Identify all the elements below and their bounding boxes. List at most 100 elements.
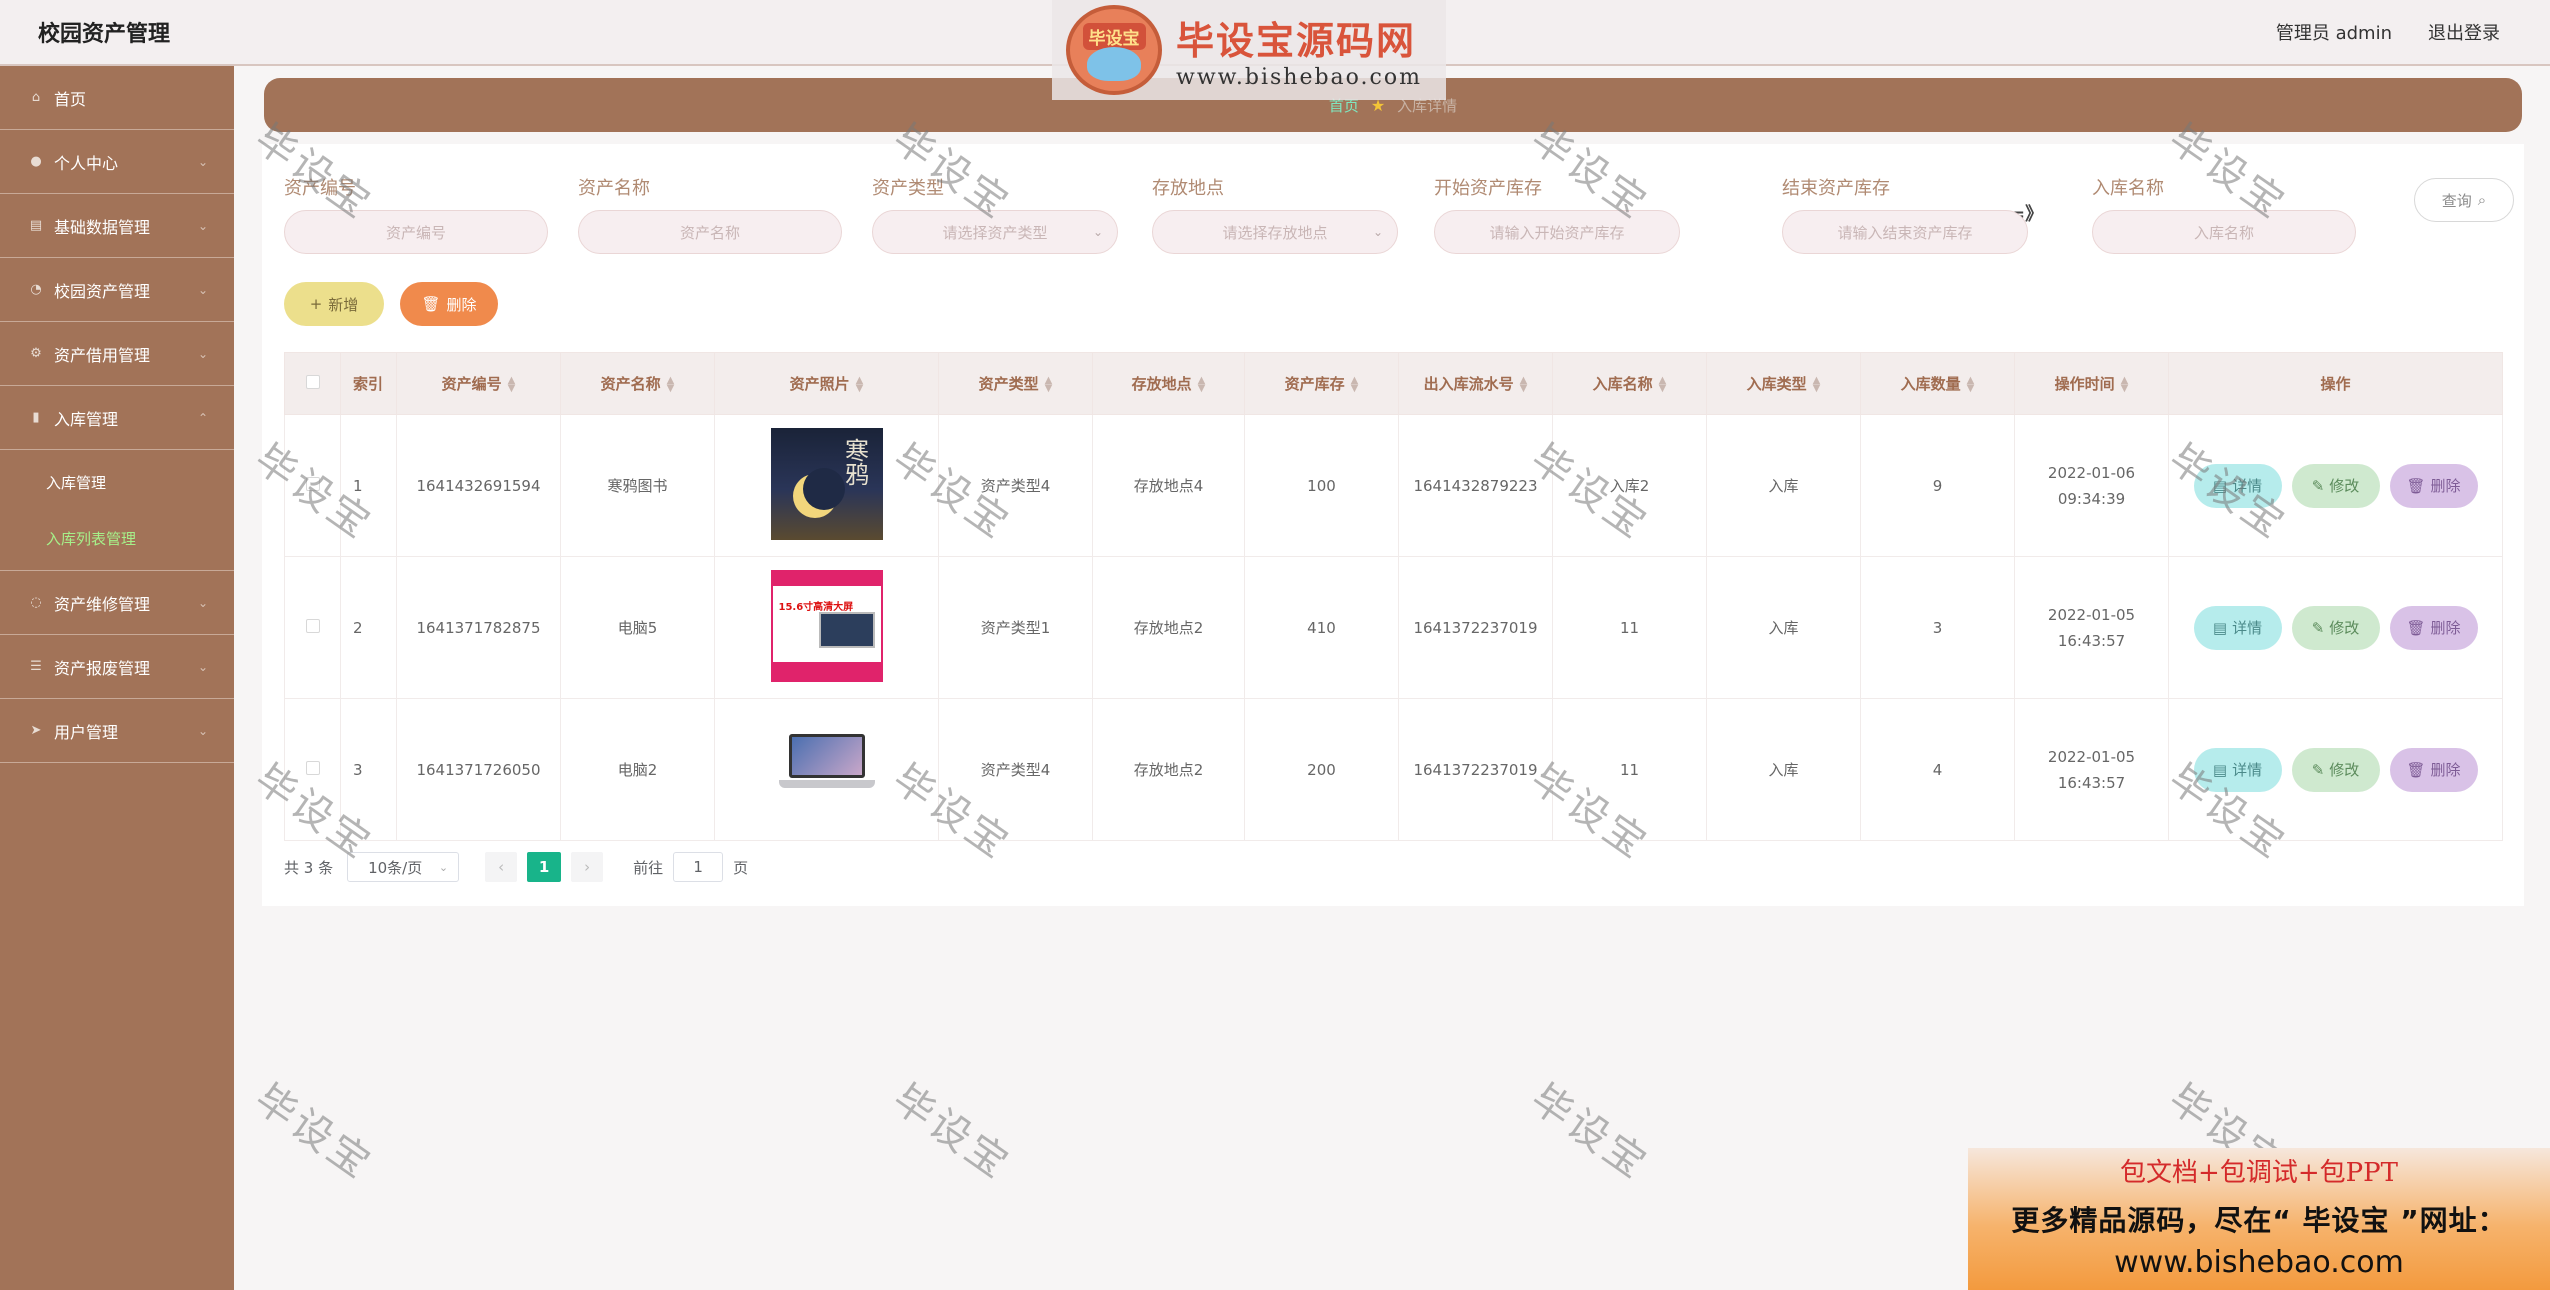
- sort-icon[interactable]: ▲ ▼: [1967, 375, 1975, 393]
- asset-code-input[interactable]: 资产编号: [284, 210, 548, 254]
- book-cover-image: 寒鸦: [770, 427, 883, 540]
- sidebar-item-scrap[interactable]: ☰ 资产报废管理 ⌄: [0, 635, 234, 699]
- next-page-button[interactable]: ›: [571, 852, 604, 882]
- sidebar-item-label: 校园资产管理: [54, 281, 151, 301]
- col-header-serial[interactable]: 出入库流水号 ▲ ▼: [1398, 352, 1553, 415]
- cell-in-type: 入库: [1706, 556, 1861, 699]
- edit-label: 修改: [2329, 761, 2360, 779]
- sort-icon[interactable]: ▲ ▼: [667, 375, 675, 393]
- col-header-place[interactable]: 存放地点 ▲ ▼: [1092, 352, 1245, 415]
- col-header-in-type[interactable]: 入库类型 ▲ ▼: [1706, 352, 1861, 415]
- storage-place-select[interactable]: 请选择存放地点 ⌄: [1152, 210, 1398, 254]
- goto-suffix: 页: [733, 858, 749, 877]
- edit-button[interactable]: ✎ 修改: [2291, 747, 2380, 792]
- chevron-up-icon: ⌃: [197, 410, 208, 425]
- sidebar-item-storage[interactable]: ▮ 入库管理 ⌃: [0, 386, 234, 450]
- add-button[interactable]: + 新增: [284, 282, 384, 326]
- delete-row-button[interactable]: 🗑 删除: [2389, 463, 2478, 508]
- watermark-badge-text: 毕设宝: [1082, 23, 1146, 50]
- row-checkbox[interactable]: [305, 618, 320, 633]
- cell-place: 存放地点4: [1092, 414, 1245, 557]
- detail-button[interactable]: ▤ 详情: [2193, 747, 2282, 792]
- laptop-photo-image: [770, 711, 883, 824]
- sort-icon[interactable]: ▲ ▼: [1659, 375, 1667, 393]
- goto-prefix: 前往: [633, 858, 664, 877]
- edit-button[interactable]: ✎ 修改: [2291, 605, 2380, 650]
- chevron-down-icon: ⌄: [1092, 225, 1103, 239]
- prev-page-button[interactable]: ‹: [485, 852, 518, 882]
- watermark-stamp: 毕设宝: [1522, 1075, 1657, 1189]
- search-label: 资产编号: [284, 178, 356, 199]
- sort-icon[interactable]: ▲ ▼: [1813, 375, 1821, 393]
- stock-start-input[interactable]: 请输入开始资产库存: [1434, 210, 1680, 254]
- col-header-type[interactable]: 资产类型 ▲ ▼: [938, 352, 1093, 415]
- sidebar-item-profile[interactable]: ● 个人中心 ⌄: [0, 130, 234, 194]
- batch-delete-button[interactable]: 🗑 删除: [400, 282, 498, 326]
- laptop-ad-image: 15.6寸高清大屏: [770, 569, 883, 682]
- col-header-name[interactable]: 资产名称 ▲ ▼: [560, 352, 715, 415]
- delete-row-button[interactable]: 🗑 删除: [2389, 747, 2478, 792]
- cell-qty: 9: [1860, 414, 2015, 557]
- delete-row-button[interactable]: 🗑 删除: [2389, 605, 2478, 650]
- sidebar-item-borrow[interactable]: ⚙ 资产借用管理 ⌄: [0, 322, 234, 386]
- cell-serial: 1641432879223: [1398, 414, 1553, 557]
- watermark-badge-icon: 毕设宝: [1066, 5, 1162, 95]
- sidebar-item-home[interactable]: ⌂ 首页: [0, 66, 234, 130]
- sort-icon[interactable]: ▲ ▼: [1198, 375, 1206, 393]
- sort-icon[interactable]: ▲ ▼: [508, 375, 516, 393]
- cell-photo: [714, 698, 939, 841]
- asset-type-select[interactable]: 请选择资产类型 ⌄: [872, 210, 1118, 254]
- col-header-photo[interactable]: 资产照片 ▲ ▼: [714, 352, 939, 415]
- page-size-select[interactable]: 10条/页 ⌄: [347, 852, 460, 882]
- sidebar-item-users[interactable]: ➤ 用户管理 ⌄: [0, 699, 234, 763]
- col-header-time[interactable]: 操作时间 ▲ ▼: [2014, 352, 2169, 415]
- sort-icon[interactable]: ▲ ▼: [856, 375, 864, 393]
- row-checkbox[interactable]: [305, 476, 320, 491]
- cell-type: 资产类型4: [938, 698, 1093, 841]
- row-checkbox[interactable]: [305, 760, 320, 775]
- col-header-code[interactable]: 资产编号 ▲ ▼: [396, 352, 561, 415]
- cell-qty: 4: [1860, 698, 2015, 841]
- add-button-label: 新增: [328, 295, 359, 314]
- search-field-code: 资产编号 资产编号: [284, 174, 548, 254]
- cell-code: 1641432691594: [396, 414, 561, 557]
- cell-place: 存放地点2: [1092, 698, 1245, 841]
- laptop-ad-text: 15.6寸高清大屏: [778, 601, 854, 613]
- stock-end-input[interactable]: 请输入结束资产库存: [1782, 210, 2028, 254]
- logout-link[interactable]: 退出登录: [2428, 19, 2500, 45]
- cell-time: 2022-01-05 16:43:57: [2014, 556, 2169, 699]
- page-size-value: 10条/页: [368, 858, 423, 877]
- detail-button[interactable]: ▤ 详情: [2193, 605, 2282, 650]
- sidebar-item-base-data[interactable]: ▤ 基础数据管理 ⌄: [0, 194, 234, 258]
- asset-name-input[interactable]: 资产名称: [578, 210, 842, 254]
- page-number-current[interactable]: 1: [527, 852, 562, 882]
- goto-page-input[interactable]: 1: [673, 852, 724, 882]
- sort-icon[interactable]: ▲ ▼: [1351, 375, 1359, 393]
- promo-line-1: 包文档+包调试+包PPT: [2120, 1158, 2398, 1188]
- submenu-item-storage-list[interactable]: 入库列表管理: [0, 510, 234, 566]
- edit-button[interactable]: ✎ 修改: [2291, 463, 2380, 508]
- chevron-down-icon: ⌄: [197, 595, 208, 610]
- query-button[interactable]: 查询 ⌕: [2414, 178, 2514, 222]
- col-header-in-name[interactable]: 入库名称 ▲ ▼: [1552, 352, 1707, 415]
- detail-button[interactable]: ▤ 详情: [2193, 463, 2282, 508]
- col-header-qty[interactable]: 入库数量 ▲ ▼: [1860, 352, 2015, 415]
- sort-icon[interactable]: ▲ ▼: [2121, 375, 2129, 393]
- watermark-stamp: 毕设宝: [246, 1075, 381, 1189]
- pencil-icon: ✎: [2311, 618, 2325, 637]
- sidebar-item-label: 资产报废管理: [54, 658, 151, 678]
- sort-icon[interactable]: ▲ ▼: [1045, 375, 1053, 393]
- sidebar: ⌂ 首页 ● 个人中心 ⌄ ▤ 基础数据管理 ⌄ ◔ 校园资产管理 ⌄ ⚙ 资产…: [0, 66, 234, 1290]
- col-header-stock[interactable]: 资产库存 ▲ ▼: [1244, 352, 1399, 415]
- action-bar: + 新增 🗑 删除: [284, 282, 498, 326]
- in-name-input[interactable]: 入库名称: [2092, 210, 2356, 254]
- submenu-item-storage[interactable]: 入库管理: [0, 454, 234, 510]
- promo-banner[interactable]: 包文档+包调试+包PPT 更多精品源码，尽在“ 毕设宝 ”网址： www.bis…: [1968, 1148, 2550, 1290]
- storage-table: 索引 资产编号 ▲ ▼ 资产名称 ▲ ▼ 资产照片 ▲ ▼ 资产类型 ▲ ▼ 存放地点 ▲ ▼ 资产…: [284, 352, 2503, 841]
- cell-time: 2022-01-06 09:34:39: [2014, 414, 2169, 557]
- sidebar-item-repair[interactable]: ◌ 资产维修管理 ⌄: [0, 571, 234, 635]
- sort-icon[interactable]: ▲ ▼: [1520, 375, 1528, 393]
- sidebar-item-assets[interactable]: ◔ 校园资产管理 ⌄: [0, 258, 234, 322]
- admin-user-label[interactable]: 管理员 admin: [2276, 19, 2392, 45]
- select-all-checkbox[interactable]: [305, 374, 320, 389]
